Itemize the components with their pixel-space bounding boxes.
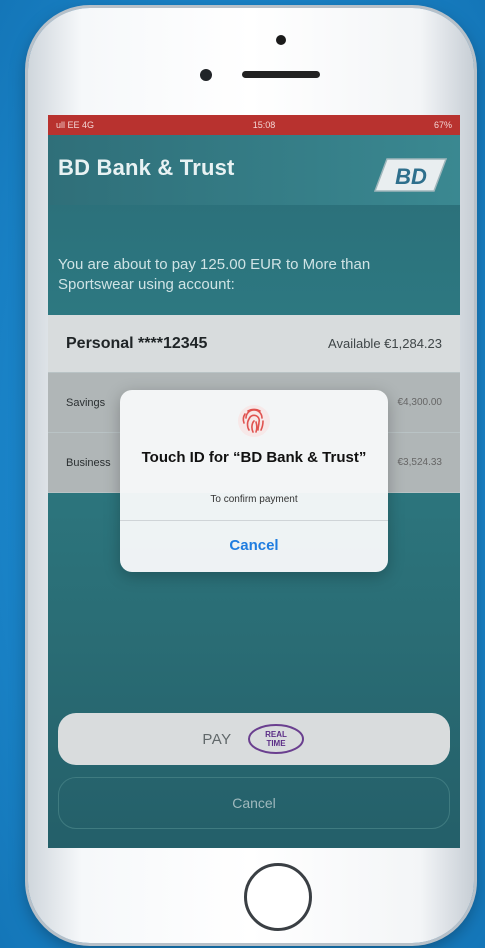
clock: 15:08 bbox=[252, 120, 276, 130]
dialog-subtitle: To confirm payment bbox=[210, 494, 298, 505]
earpiece-speaker bbox=[242, 71, 320, 78]
account-available: Available €1,284.23 bbox=[328, 336, 442, 351]
account-name: Personal ****12345 bbox=[66, 334, 208, 352]
carrier-label: ull EE 4G bbox=[56, 120, 95, 130]
touch-id-dialog: Touch ID for “BD Bank & Trust” To confir… bbox=[120, 390, 388, 572]
account-available: €4,300.00 bbox=[397, 397, 443, 408]
bd-logo-icon: BD bbox=[373, 158, 448, 192]
payment-intro-text: You are about to pay 125.00 EUR to More … bbox=[58, 256, 371, 293]
real-time-logo-icon: REAL TIME bbox=[247, 724, 304, 754]
account-name: Savings bbox=[66, 396, 106, 409]
home-button[interactable] bbox=[244, 863, 312, 931]
account-name: Business bbox=[66, 456, 111, 469]
account-available: €3,524.33 bbox=[397, 457, 443, 468]
dialog-title: Touch ID for “BD Bank & Trust” bbox=[141, 449, 367, 466]
cancel-button[interactable]: Cancel bbox=[58, 777, 450, 829]
battery-label: 67% bbox=[433, 120, 452, 130]
bank-title: BD Bank & Trust bbox=[58, 155, 235, 180]
pay-button[interactable]: PAY REAL TIME bbox=[58, 713, 450, 765]
svg-text:REAL: REAL bbox=[265, 730, 287, 739]
dialog-divider bbox=[120, 520, 388, 521]
svg-text:TIME: TIME bbox=[266, 739, 286, 748]
front-camera-icon bbox=[200, 69, 212, 81]
bd-logo-text: BD bbox=[395, 164, 427, 189]
pay-button-label: PAY bbox=[202, 730, 232, 748]
account-row-personal[interactable]: Personal ****12345 Available €1,284.23 bbox=[48, 315, 460, 373]
app-header: BD Bank & Trust BD bbox=[48, 135, 460, 205]
status-bar: ull EE 4G 15:08 67% bbox=[48, 115, 460, 135]
dialog-cancel-button[interactable]: Cancel bbox=[120, 522, 388, 570]
fingerprint-icon bbox=[238, 405, 270, 437]
sensor-dot bbox=[276, 35, 286, 45]
